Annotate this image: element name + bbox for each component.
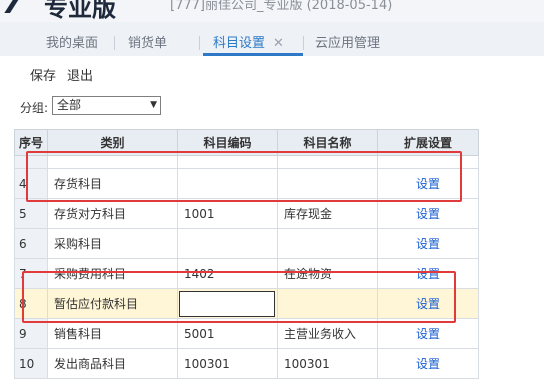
group-filter: 分组: 全部 ▼ [0,88,544,122]
table-row [14,155,479,169]
column-header-seq: 序号 [14,129,48,156]
table-row: 5 存货对方科目 1001 库存现金 设置 [14,198,479,229]
account-code-input[interactable] [179,290,275,317]
settings-link[interactable]: 设置 [377,168,479,199]
app-header: 7 专业版 [777]丽佳公司_专业版 (2018-05-14) [0,0,544,22]
column-header-extension: 扩展设置 [377,129,479,156]
group-select-value: 全部 [57,98,82,112]
row-code[interactable]: 5001 [177,318,278,349]
row-seq: 7 [14,258,48,289]
group-filter-label: 分组: [20,101,49,115]
column-header-category: 类别 [47,129,178,156]
row-seq: 4 [14,168,48,199]
column-header-code: 科目编码 [177,129,278,156]
tab-divider [303,36,304,50]
row-name[interactable]: 主营业务收入 [277,318,378,349]
row-name[interactable]: 在途物资 [277,258,378,289]
row-name[interactable] [277,288,378,319]
toolbar: 保存 退出 [0,56,544,88]
row-category[interactable]: 暂估应付款科目 [47,288,178,319]
tab-account-settings[interactable]: 科目设置 ✕ [213,32,284,51]
chevron-down-icon[interactable]: ▼ [150,97,157,114]
row-name[interactable]: 100301 [277,348,378,379]
row-category[interactable]: 存货对方科目 [47,198,178,229]
close-icon[interactable]: ✕ [273,36,284,51]
account-settings-table: 序号 类别 科目编码 科目名称 扩展设置 4 存货科目 设置 5 存货对方科目 … [14,129,479,379]
row-seq: 5 [14,198,48,229]
tab-cloud-app-management[interactable]: 云应用管理 [315,32,380,51]
tab-bar: 我的桌面 销货单 科目设置 ✕ 云应用管理 [0,22,544,57]
settings-link[interactable]: 设置 [377,228,479,259]
tab-account-settings-label: 科目设置 [213,36,266,51]
table-cell [14,155,48,169]
table-cell [377,155,479,169]
row-code[interactable] [177,168,278,199]
save-button[interactable]: 保存 [30,65,56,84]
table-row: 6 采购科目 设置 [14,228,479,259]
settings-link[interactable]: 设置 [377,258,479,289]
tab-divider [114,36,115,50]
table-cell [47,155,178,169]
row-name[interactable]: 库存现金 [277,198,378,229]
table-row: 4 存货科目 设置 [14,168,479,199]
exit-button[interactable]: 退出 [67,65,93,84]
settings-link[interactable]: 设置 [377,348,479,379]
group-select[interactable]: 全部 ▼ [52,96,161,115]
column-header-name: 科目名称 [277,129,378,156]
row-code-editor [177,288,278,319]
settings-link[interactable]: 设置 [377,318,479,349]
row-category[interactable]: 采购费用科目 [47,258,178,289]
row-name[interactable] [277,168,378,199]
table-cell [177,155,278,169]
tab-sales-order[interactable]: 销货单 [128,32,167,51]
row-seq: 9 [14,318,48,349]
table-header-row: 序号 类别 科目编码 科目名称 扩展设置 [14,129,479,156]
row-seq: 6 [14,228,48,259]
row-category[interactable]: 发出商品科目 [47,348,178,379]
row-category[interactable]: 存货科目 [47,168,178,199]
company-info: [777]丽佳公司_专业版 (2018-05-14) [170,0,393,13]
table-row: 9 销售科目 5001 主营业务收入 设置 [14,318,479,349]
settings-link[interactable]: 设置 [377,198,479,229]
row-code[interactable] [177,228,278,259]
row-category[interactable]: 采购科目 [47,228,178,259]
settings-link[interactable]: 设置 [377,288,479,319]
tab-my-desktop[interactable]: 我的桌面 [46,32,98,51]
row-name[interactable] [277,228,378,259]
tab-divider [199,36,200,50]
row-seq: 10 [14,348,48,379]
row-code[interactable]: 1402 [177,258,278,289]
row-category[interactable]: 销售科目 [47,318,178,349]
row-code[interactable]: 1001 [177,198,278,229]
row-seq: 8 [14,288,48,319]
table-row: 10 发出商品科目 100301 100301 设置 [14,348,479,379]
brand-logo: 7 [2,0,23,21]
edition-title: 专业版 [44,0,116,22]
row-code[interactable]: 100301 [177,348,278,379]
table-cell [277,155,378,169]
table-row: 7 采购费用科目 1402 在途物资 设置 [14,258,479,289]
table-row-selected: 8 暂估应付款科目 设置 [14,288,479,319]
